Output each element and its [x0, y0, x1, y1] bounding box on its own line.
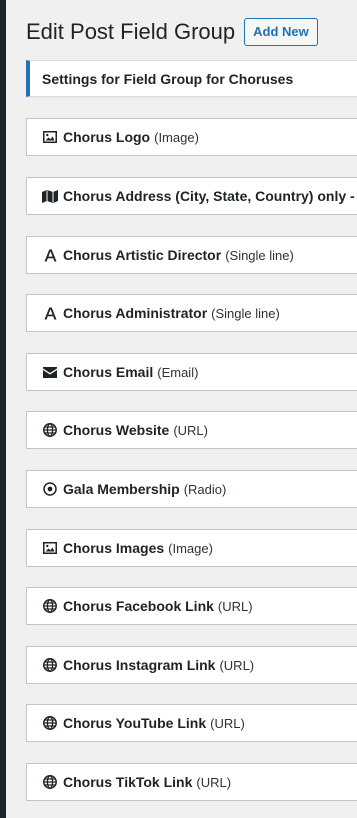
field-row[interactable]: Chorus TikTok Link (URL) — [26, 763, 357, 801]
image-icon — [42, 129, 58, 145]
field-name: Chorus Logo — [63, 129, 151, 145]
field-type: (Image) — [154, 129, 199, 145]
field-row[interactable]: Chorus Logo (Image) — [26, 118, 357, 156]
radio-icon — [42, 481, 58, 497]
field-row[interactable]: Chorus Address (City, State, Country) on… — [26, 177, 357, 215]
field-name: Chorus Facebook Link — [63, 598, 214, 614]
page-header: Edit Post Field Group Add New — [26, 17, 318, 47]
globe-icon — [42, 715, 58, 731]
field-name: Chorus Address (City, State, Country) on… — [63, 188, 355, 204]
field-name: Chorus Artistic Director — [63, 247, 222, 263]
field-name: Gala Membership — [63, 481, 180, 497]
settings-notice: Settings for Field Group for Choruses — [26, 60, 357, 97]
text-icon — [42, 247, 58, 263]
field-row[interactable]: Chorus Administrator (Single line) — [26, 294, 357, 332]
field-name: Chorus Instagram Link — [63, 657, 216, 673]
field-type: (URL) — [210, 715, 245, 731]
field-name: Chorus Website — [63, 422, 170, 438]
page-title: Edit Post Field Group — [26, 19, 236, 44]
field-row[interactable]: Chorus Artistic Director (Single line) — [26, 236, 357, 274]
image-icon — [42, 540, 58, 556]
field-name: Chorus YouTube Link — [63, 715, 207, 731]
field-row[interactable]: Chorus YouTube Link (URL) — [26, 704, 357, 742]
add-new-button[interactable]: Add New — [244, 18, 318, 46]
field-row[interactable]: Chorus Facebook Link (URL) — [26, 587, 357, 625]
field-name: Chorus Administrator — [63, 305, 208, 321]
field-row[interactable]: Gala Membership (Radio) — [26, 470, 357, 508]
envelope-icon — [42, 364, 58, 380]
field-name: Chorus Images — [63, 540, 165, 556]
globe-icon — [42, 774, 58, 790]
field-name: Chorus Email — [63, 364, 154, 380]
admin-sidebar-edge — [0, 0, 6, 818]
field-type: (Radio) — [183, 481, 227, 497]
field-type: (Single line) — [211, 305, 280, 321]
field-name: Chorus TikTok Link — [63, 774, 193, 790]
field-row[interactable]: Chorus Email (Email) — [26, 353, 357, 391]
field-row[interactable]: Chorus Website (URL) — [26, 411, 357, 449]
globe-icon — [42, 657, 58, 673]
globe-icon — [42, 422, 58, 438]
field-type: (URL) — [196, 774, 232, 790]
field-row[interactable]: Chorus Instagram Link (URL) — [26, 646, 357, 684]
map-icon — [42, 188, 58, 204]
field-type: (Email) — [157, 364, 199, 380]
field-type: (URL) — [173, 422, 208, 438]
field-type: (Image) — [168, 540, 213, 556]
field-type: (URL) — [217, 598, 253, 614]
field-type: (URL) — [219, 657, 255, 673]
field-type: (Single line) — [225, 247, 294, 263]
globe-icon — [42, 598, 58, 614]
text-icon — [42, 305, 58, 321]
field-row[interactable]: Chorus Images (Image) — [26, 529, 357, 567]
